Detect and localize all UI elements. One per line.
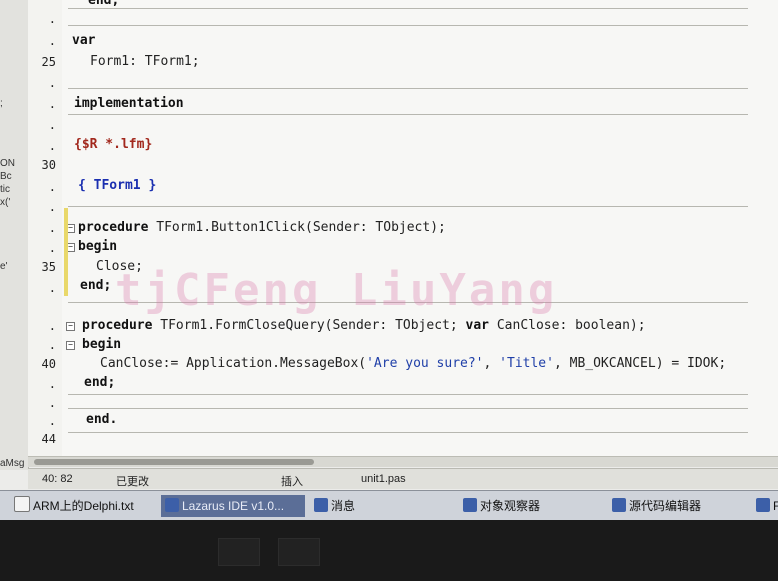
code-procedure-signature: TForm1.FormCloseQuery(Sender: TObject;	[160, 318, 458, 333]
line-number: .	[48, 12, 56, 26]
panel-fragment: aMsg	[0, 458, 25, 469]
modified-status: 已更改	[116, 476, 149, 488]
code-procedure-keyword: procedure	[78, 220, 149, 235]
lazarus-icon	[612, 498, 626, 512]
panel-fragment: Bc	[0, 171, 12, 182]
lazarus-icon	[463, 498, 477, 512]
panel-fragment: tic	[0, 184, 10, 195]
panel-fragment: e'	[0, 261, 8, 272]
lazarus-icon	[756, 498, 770, 512]
code-procedure-signature-tail: CanClose: boolean);	[496, 318, 646, 333]
code-begin: begin	[78, 239, 118, 254]
taskbar-item-object-inspector[interactable]: 对象观察器	[459, 495, 603, 517]
line-number: .	[48, 221, 56, 235]
code-separator	[68, 114, 748, 115]
bezel-button	[278, 538, 320, 566]
line-number: .	[48, 396, 56, 410]
line-number: .	[48, 97, 56, 111]
watermark-text: tjCFeng LiuYang	[115, 265, 558, 316]
code-separator	[68, 25, 748, 26]
code-assignment-rhs: , MB_OKCANCEL) = IDOK;	[553, 356, 727, 371]
line-number: .	[48, 414, 56, 428]
status-filename: unit1.pas	[361, 473, 406, 485]
taskbar-item-label: F	[773, 499, 778, 513]
line-number: .	[48, 34, 56, 48]
code-separator	[68, 8, 748, 9]
line-number: .	[48, 118, 56, 132]
fold-toggle-icon[interactable]: −	[66, 322, 75, 331]
code-comma: ,	[483, 356, 492, 371]
code-separator	[68, 206, 748, 207]
code-var-keyword: var	[72, 33, 96, 48]
code-string-literal: 'Are you sure?'	[366, 356, 484, 371]
code-assignment-lhs: CanClose:= Application.MessageBox(	[100, 356, 367, 371]
code-resource-directive: {$R *.lfm}	[74, 137, 153, 152]
taskbar-item-label: ARM上的Delphi.txt	[33, 499, 134, 513]
line-number: .	[48, 319, 56, 333]
code-separator	[68, 432, 748, 433]
code-string-literal: 'Title'	[499, 356, 554, 371]
editor-status-bar: 40: 82 已更改 插入 unit1.pas	[28, 468, 778, 489]
line-number: .	[48, 139, 56, 153]
line-number: .	[48, 338, 56, 352]
code-procedure-button1click: procedure TForm1.Button1Click(Sender: TO…	[78, 220, 446, 235]
line-number: 30	[41, 158, 56, 172]
line-number: .	[48, 281, 56, 295]
taskbar: ARM上的Delphi.txt Lazarus IDE v1.0... 消息 对…	[0, 490, 778, 520]
taskbar-item-more[interactable]: F	[752, 495, 778, 517]
taskbar-item-label: 源代码编辑器	[629, 499, 702, 513]
code-implementation-keyword: implementation	[74, 96, 184, 111]
bezel-button	[218, 538, 260, 566]
code-var-keyword: var	[465, 318, 490, 333]
code-class-comment: { TForm1 }	[78, 178, 157, 193]
lazarus-ide-window: ; ON Bc tic x(' e' aMsg . . 25 . . . . 3…	[0, 0, 778, 520]
line-number: 25	[41, 55, 56, 69]
code-end: end;	[84, 375, 116, 390]
taskbar-item-label: Lazarus IDE v1.0...	[182, 499, 285, 513]
object-inspector-panel-edge: ; ON Bc tic x(' e' aMsg	[0, 0, 29, 470]
line-number: .	[48, 377, 56, 391]
taskbar-item-lazarus-ide[interactable]: Lazarus IDE v1.0...	[161, 495, 305, 517]
cursor-position: 40: 82	[42, 473, 73, 485]
line-number: .	[48, 180, 56, 194]
line-number: .	[48, 241, 56, 255]
source-editor[interactable]: end; var Form1: TForm1; implementation {…	[62, 0, 778, 460]
code-end: end;	[80, 278, 112, 293]
code-separator	[68, 394, 748, 395]
code-end-top: end;	[88, 0, 120, 8]
line-number: 44	[41, 432, 56, 446]
code-procedure-keyword: procedure	[82, 318, 153, 333]
fold-toggle-icon[interactable]: −	[66, 341, 75, 350]
code-begin: begin	[82, 337, 122, 352]
lazarus-icon	[314, 498, 328, 512]
code-form-declaration: Form1: TForm1;	[90, 54, 200, 69]
line-number: 35	[41, 260, 56, 274]
line-number: 40	[41, 357, 56, 371]
code-assignment-statement: CanClose:= Application.MessageBox('Are y…	[100, 356, 726, 371]
panel-fragment: ;	[0, 98, 3, 109]
code-procedure-formclosequery: procedure TForm1.FormCloseQuery(Sender: …	[82, 318, 646, 333]
taskbar-item-label: 消息	[331, 499, 356, 513]
taskbar-item-messages[interactable]: 消息	[310, 495, 454, 517]
line-number-gutter: . . 25 . . . . 30 . . . . 35 . . . 40 . …	[28, 0, 63, 460]
taskbar-item-source-editor[interactable]: 源代码编辑器	[608, 495, 752, 517]
scrollbar-thumb[interactable]	[34, 459, 314, 465]
code-separator	[68, 88, 748, 89]
text-file-icon	[14, 496, 30, 512]
taskbar-item-label: 对象观察器	[480, 499, 541, 513]
panel-fragment: x('	[0, 197, 11, 208]
lazarus-icon	[165, 498, 179, 512]
line-number: .	[48, 76, 56, 90]
code-procedure-signature: TForm1.Button1Click(Sender: TObject);	[156, 220, 446, 235]
insert-mode-status: 插入	[281, 476, 303, 488]
panel-fragment: ON	[0, 158, 15, 169]
code-separator	[68, 408, 748, 409]
code-end-final: end.	[86, 412, 118, 427]
modified-lines-marker	[64, 208, 68, 296]
horizontal-scrollbar[interactable]	[28, 456, 778, 467]
line-number: .	[48, 200, 56, 214]
taskbar-item-delphi-txt[interactable]: ARM上的Delphi.txt	[10, 495, 160, 517]
